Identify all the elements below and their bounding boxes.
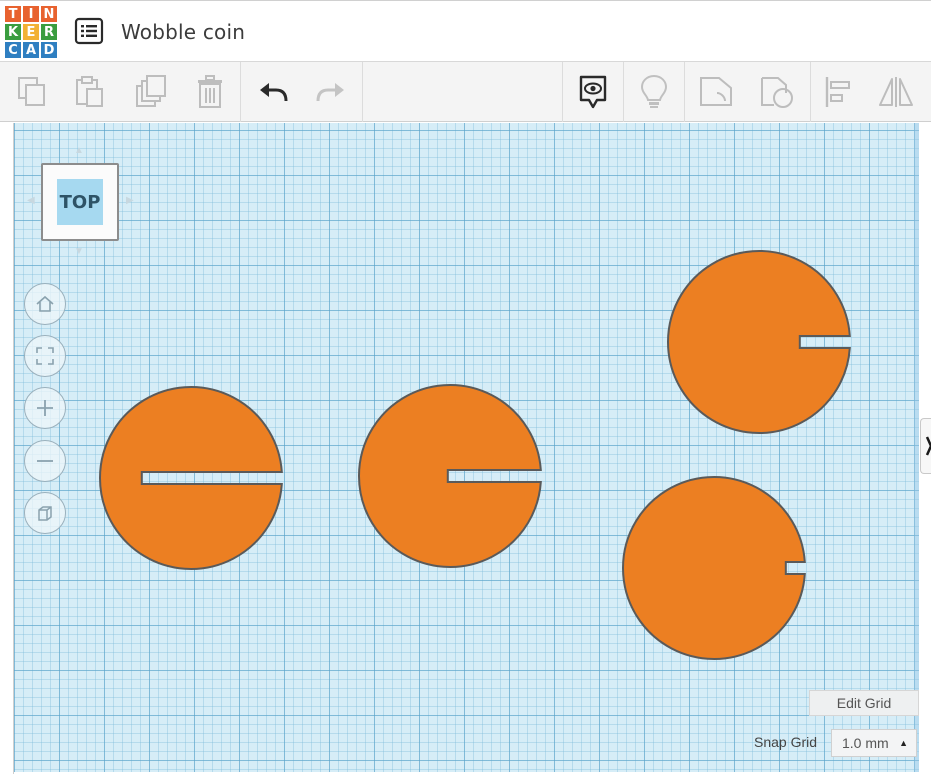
snap-grid-value: 1.0 mm (842, 735, 889, 751)
hole-shape-button[interactable] (755, 62, 799, 122)
mirror-icon (879, 77, 913, 107)
solid-shape-button[interactable] (694, 62, 738, 122)
shape-hole-icon (761, 77, 793, 108)
toolbar-divider (562, 62, 563, 122)
caret-up-icon: ▲ (899, 738, 908, 748)
coin-shape[interactable] (99, 386, 283, 570)
notes-button[interactable] (574, 62, 612, 122)
left-margin (0, 123, 14, 774)
toolbar-divider (684, 62, 685, 122)
header-bar: T I N K E R C A D Wobble coin (0, 0, 931, 62)
logo-letter: I (22, 5, 40, 23)
fit-view-button[interactable] (24, 335, 66, 377)
perspective-toggle-button[interactable] (24, 492, 66, 534)
coin-shape[interactable] (358, 384, 542, 568)
copy-button[interactable] (14, 62, 50, 122)
paste-button[interactable] (72, 62, 108, 122)
duplicate-button[interactable] (132, 62, 170, 122)
mirror-button[interactable] (874, 62, 918, 122)
cube-arrow-up-icon[interactable]: ▲ (74, 145, 84, 156)
redo-button[interactable] (312, 62, 350, 122)
duplicate-icon (136, 75, 166, 107)
logo-letter: R (40, 23, 58, 41)
align-button[interactable] (818, 62, 856, 122)
zoom-out-button[interactable] (24, 440, 66, 482)
light-bulb-icon (640, 74, 668, 108)
home-icon (36, 295, 54, 312)
toolbar-divider (810, 62, 811, 122)
cube-arrow-right-icon[interactable]: ▶ (126, 195, 134, 206)
undo-button[interactable] (254, 62, 292, 122)
cube-arrow-left-icon[interactable]: ◀ (27, 195, 35, 206)
logo-letter: C (4, 41, 22, 59)
shapes-panel-toggle[interactable] (920, 418, 931, 474)
logo-letter: K (4, 23, 22, 41)
coin-shape[interactable] (667, 250, 851, 434)
toolbar-divider (240, 62, 241, 122)
logo-letter: N (40, 5, 58, 23)
shapes-layer (99, 250, 851, 660)
redo-icon (316, 83, 344, 102)
toolbar-divider (362, 62, 363, 122)
edit-toolbar (0, 62, 931, 122)
delete-icon (198, 75, 222, 108)
tinkercad-editor: T I N K E R C A D Wobble coin TOP ▲ ▼ ◀ … (0, 0, 931, 774)
zoom-out-icon (37, 460, 53, 462)
align-icon (825, 77, 850, 107)
fit-view-icon (36, 347, 54, 365)
paste-icon (76, 76, 103, 107)
edit-grid-button[interactable]: Edit Grid (809, 690, 919, 716)
logo-letter: T (4, 5, 22, 23)
cube-arrow-down-icon[interactable]: ▼ (74, 246, 84, 257)
zoom-in-button[interactable] (24, 387, 66, 429)
shape-solid-icon (700, 77, 732, 106)
snap-grid-select[interactable]: 1.0 mm ▲ (831, 729, 917, 757)
view-cube-top-face[interactable]: TOP (57, 179, 103, 225)
logo-letter: E (22, 23, 40, 41)
delete-button[interactable] (192, 62, 228, 122)
perspective-icon (38, 506, 52, 521)
view-cube[interactable]: TOP (41, 163, 119, 241)
tips-button[interactable] (636, 62, 672, 122)
logo-letter: A (22, 41, 40, 59)
logo-letter: D (40, 41, 58, 59)
undo-icon (260, 83, 288, 102)
home-view-button[interactable] (24, 283, 66, 325)
design-title[interactable]: Wobble coin (121, 20, 245, 44)
toolbar-divider (623, 62, 624, 122)
collapse-panel-icon (925, 436, 931, 456)
zoom-in-icon (37, 400, 53, 416)
snap-grid-label: Snap Grid (754, 734, 818, 750)
design-list-button[interactable] (74, 17, 104, 45)
notes-icon (579, 75, 607, 109)
copy-icon (18, 77, 45, 106)
tinkercad-logo[interactable]: T I N K E R C A D (4, 5, 58, 59)
workplane[interactable]: TOP ▲ ▼ ◀ ▶ Edit Grid Snap Grid 1.0 mm ▲ (14, 123, 919, 772)
list-icon (74, 17, 104, 45)
coin-shape[interactable] (622, 476, 806, 660)
